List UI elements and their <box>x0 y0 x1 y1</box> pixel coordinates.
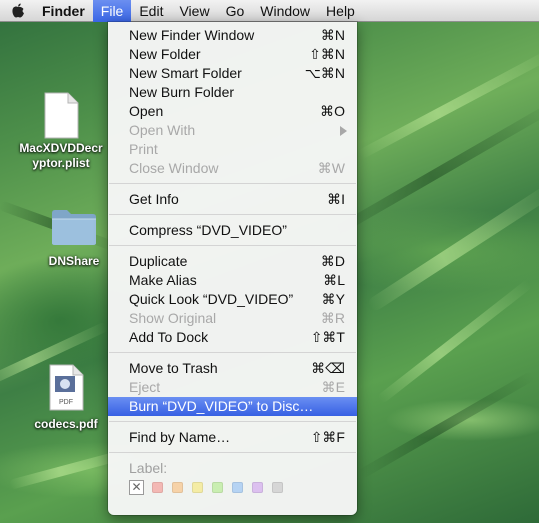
menu-item-open-with[interactable]: Open With <box>108 121 357 140</box>
menu-item-get-info[interactable]: Get Info ⌘I <box>108 190 357 209</box>
label-red-swatch[interactable] <box>152 482 163 493</box>
file-menu: New Finder Window ⌘N New Folder ⇧⌘N New … <box>108 22 357 515</box>
menu-item-burn-to-disc[interactable]: Burn “DVD_VIDEO” to Disc… <box>108 397 357 416</box>
apple-icon <box>12 3 24 17</box>
menu-separator <box>109 452 356 453</box>
menu-item-move-to-trash[interactable]: Move to Trash ⌘⌫ <box>108 359 357 378</box>
menu-item-close-window[interactable]: Close Window ⌘W <box>108 159 357 178</box>
label-swatches: ✕ <box>129 480 292 495</box>
label-gray-swatch[interactable] <box>272 482 283 493</box>
menu-item-open[interactable]: Open ⌘O <box>108 102 357 121</box>
folder-icon <box>52 210 96 245</box>
menu-item-duplicate[interactable]: Duplicate ⌘D <box>108 252 357 271</box>
menu-separator <box>109 214 356 215</box>
menu-view[interactable]: View <box>171 0 217 22</box>
label-green-swatch[interactable] <box>212 482 223 493</box>
menu-file[interactable]: File <box>92 0 132 22</box>
menu-edit[interactable]: Edit <box>131 0 171 22</box>
menu-separator <box>109 245 356 246</box>
menu-finder[interactable]: Finder <box>36 0 93 22</box>
menu-go[interactable]: Go <box>218 0 253 22</box>
menu-bar: Finder File Edit View Go Window Help <box>0 0 539 22</box>
desktop-icon-codecs-pdf[interactable]: PDF codecs.pdf <box>16 364 116 432</box>
submenu-arrow-icon <box>340 126 347 136</box>
desktop-icon-plist[interactable]: MacXDVDDecr yptor.plist <box>11 92 111 171</box>
document-icon <box>44 92 79 139</box>
desktop-icon-label: yptor.plist <box>32 156 90 170</box>
menu-separator <box>109 183 356 184</box>
label-header: Label: <box>129 460 168 476</box>
menu-item-show-original[interactable]: Show Original ⌘R <box>108 309 357 328</box>
menu-item-eject[interactable]: Eject ⌘E <box>108 378 357 397</box>
label-yellow-swatch[interactable] <box>192 482 203 493</box>
label-orange-swatch[interactable] <box>172 482 183 493</box>
menu-separator <box>109 421 356 422</box>
menu-window[interactable]: Window <box>252 0 318 22</box>
label-blue-swatch[interactable] <box>232 482 243 493</box>
menu-item-print[interactable]: Print <box>108 140 357 159</box>
label-purple-swatch[interactable] <box>252 482 263 493</box>
menu-help[interactable]: Help <box>318 0 363 22</box>
menu-item-new-burn-folder[interactable]: New Burn Folder <box>108 83 357 102</box>
apple-menu[interactable] <box>0 0 36 22</box>
menu-item-quick-look[interactable]: Quick Look “DVD_VIDEO” ⌘Y <box>108 290 357 309</box>
menu-item-compress[interactable]: Compress “DVD_VIDEO” <box>108 221 357 240</box>
pdf-icon: PDF <box>49 364 84 411</box>
menu-item-new-smart-folder[interactable]: New Smart Folder ⌥⌘N <box>108 64 357 83</box>
svg-text:PDF: PDF <box>59 399 73 406</box>
menu-item-new-finder-window[interactable]: New Finder Window ⌘N <box>108 26 357 45</box>
label-none-button[interactable]: ✕ <box>129 480 144 495</box>
menu-item-find-by-name[interactable]: Find by Name… ⇧⌘F <box>108 428 357 447</box>
menu-separator <box>109 352 356 353</box>
menu-item-add-to-dock[interactable]: Add To Dock ⇧⌘T <box>108 328 357 347</box>
desktop-icon-label: codecs.pdf <box>34 417 98 431</box>
menu-item-make-alias[interactable]: Make Alias ⌘L <box>108 271 357 290</box>
menu-item-new-folder[interactable]: New Folder ⇧⌘N <box>108 45 357 64</box>
desktop-icon-label: MacXDVDDecr <box>19 141 103 155</box>
desktop: MacXDVDDecr yptor.plist DNShare PDF code… <box>0 0 539 523</box>
